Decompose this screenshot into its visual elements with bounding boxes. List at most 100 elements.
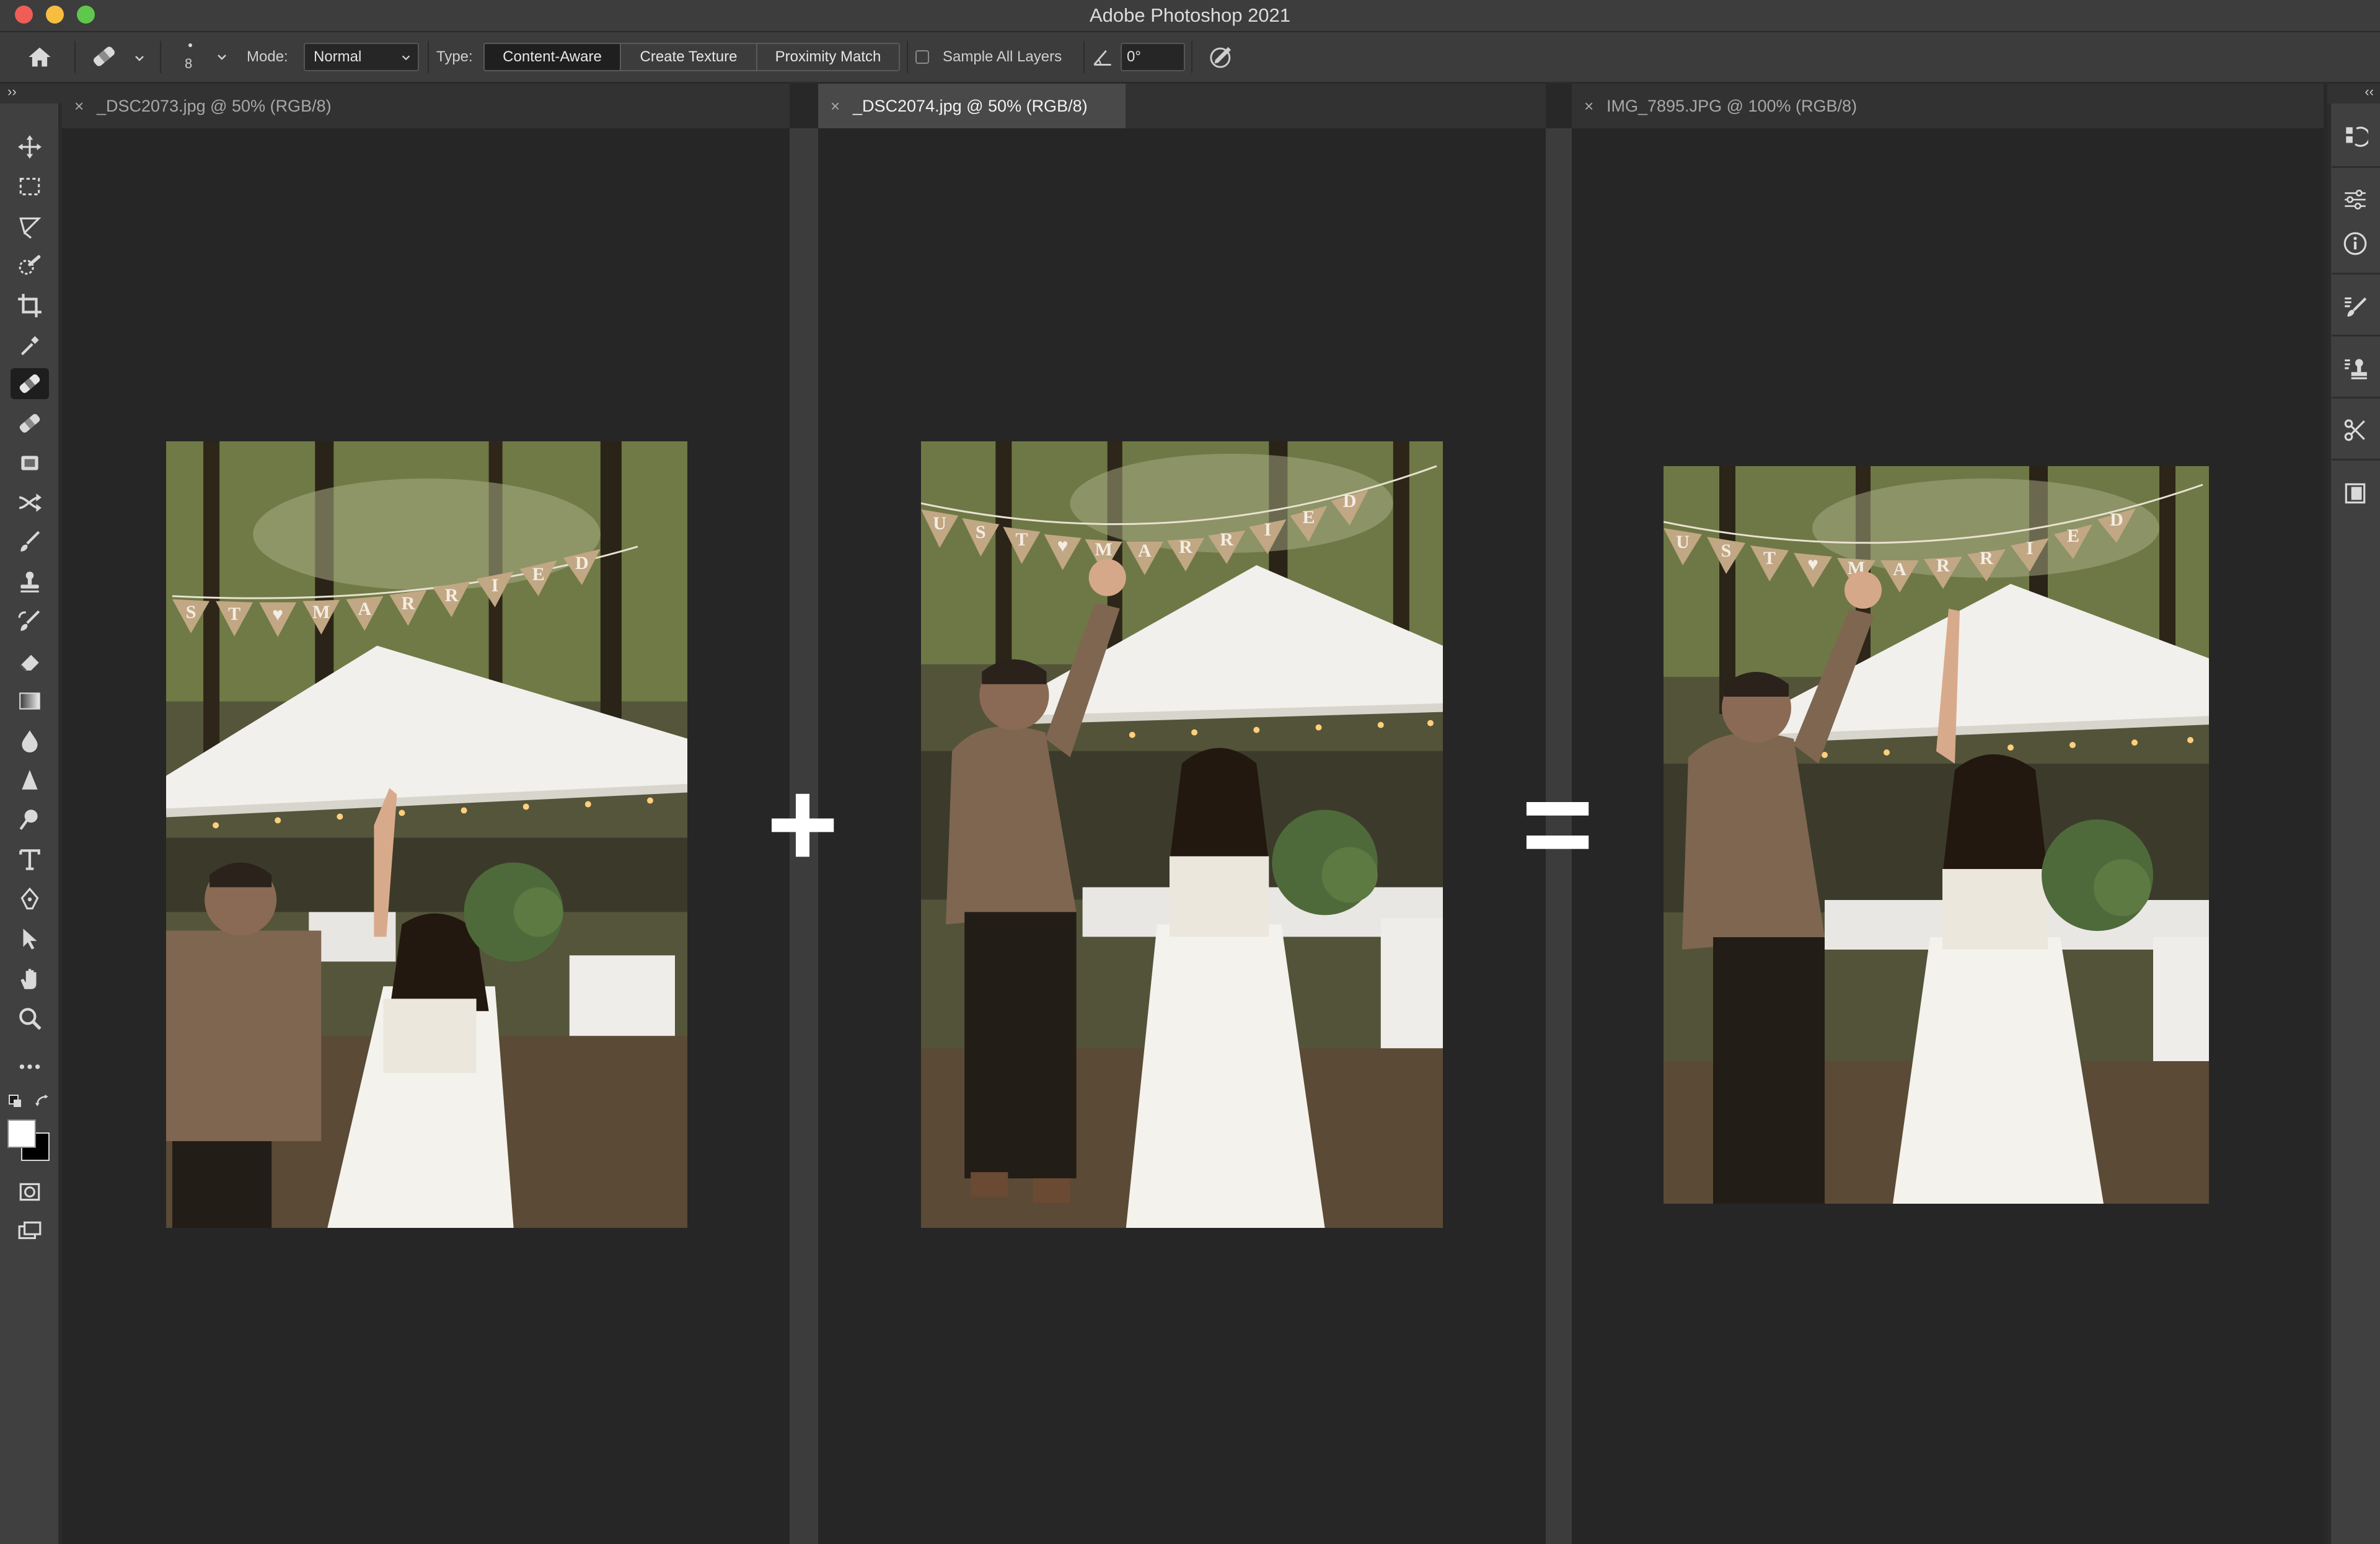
options-separator [1191,41,1192,73]
banner-letter: T [228,604,240,624]
history-panel-button[interactable] [2338,119,2373,154]
banner-letter: E [1302,507,1315,527]
type-tool[interactable] [11,844,49,875]
clone-source-panel-icon [2345,359,2367,379]
swap-colors-icon[interactable] [34,1093,50,1109]
lasso-tool-icon [19,217,42,239]
clone-stamp-tool-icon [20,571,39,593]
brush-settings-panel-icon [2345,297,2367,317]
banner-letter: ♥ [1057,536,1069,556]
tab-close-icon[interactable]: × [831,84,853,128]
eyedropper-tool[interactable] [11,330,49,361]
pressure-size-icon[interactable] [1207,43,1235,71]
banner-letter: M [312,602,330,622]
tab-dsc2074[interactable]: × _DSC2074.jpg @ 50% (RGB/8) [818,84,1126,128]
quick-mask-button[interactable] [11,1176,49,1207]
zoom-tool-icon [19,1008,42,1030]
lasso-tool[interactable] [11,211,49,242]
content-aware-move-tool[interactable] [11,487,49,518]
banner-letter: D [575,553,589,573]
type-create-texture-button[interactable]: Create Texture [620,43,757,71]
crop-tool[interactable] [11,290,49,321]
type-content-aware-button[interactable]: Content-Aware [483,43,621,71]
banner-letter: I [491,575,499,596]
home-button[interactable] [25,43,60,71]
panel-separator [2332,397,2380,399]
eraser-tool[interactable] [11,646,49,677]
banner-letter: A [1893,559,1906,580]
quick-selection-tool-icon [19,255,41,275]
move-tool[interactable] [11,131,49,162]
banner-letter: R [445,585,459,606]
blur-tool[interactable] [11,725,49,756]
history-brush-tool[interactable] [11,606,49,637]
default-colors-button[interactable] [9,1095,24,1109]
tab-close-icon[interactable]: × [74,84,97,128]
banner-letter: ♥ [1807,554,1818,575]
angle-icon [1093,50,1111,66]
clone-stamp-tool[interactable] [11,567,49,598]
banner-letter: T [1763,548,1776,568]
tab-dsc2073[interactable]: × _DSC2073.jpg @ 50% (RGB/8) [62,84,378,128]
eraser-tool-icon [20,655,39,671]
pen-tool-icon [20,887,39,910]
toolbar-collapse-bar[interactable]: ›› [0,84,62,104]
sharpen-tool[interactable] [11,765,49,796]
angle-input[interactable]: 0° [1121,43,1185,71]
foreground-color-swatch[interactable] [7,1119,36,1148]
path-selection-tool-icon [23,929,37,950]
options-separator [428,41,429,73]
gradient-tool-icon [19,692,40,710]
chevron-down-icon [402,55,410,61]
tab-label: IMG_7895.JPG @ 100% (RGB/8) [1606,97,1858,115]
spot-healing-brush-tool[interactable] [11,368,49,399]
more-tools[interactable] [11,1051,49,1082]
banner-letter: D [1343,491,1357,511]
path-selection-tool[interactable] [11,924,49,955]
brush-size-picker[interactable]: 8 [175,38,234,76]
dodge-tool[interactable] [11,805,49,836]
adjustments-panel-button[interactable] [2338,182,2373,217]
patch-tool[interactable] [11,448,49,479]
mode-select[interactable]: Normal [304,43,419,71]
quick-selection-tool[interactable] [11,250,49,281]
brush-settings-panel-button[interactable] [2338,289,2373,324]
type-proximity-match-button[interactable]: Proximity Match [756,43,900,71]
tool-preset-picker[interactable] [90,41,152,73]
banner-letter: U [1676,532,1690,552]
options-bar: 8 Mode: Normal Type: Content-Aware Creat… [0,32,2380,84]
info-panel-icon [2343,232,2367,255]
content-aware-move-tool-icon [19,493,42,512]
options-separator [74,41,76,73]
photo-dsc2073: S T ♥ M A R R I E D [166,441,687,1228]
spot-healing-brush-tool-icon [19,374,40,393]
screen-mode-icon [18,1221,42,1240]
banner-letter: I [2026,538,2034,558]
banner-letter: T [1015,529,1028,550]
options-separator [907,41,908,73]
tab-img7895[interactable]: × IMG_7895.JPG @ 100% (RGB/8) [1572,84,1906,128]
screen-mode-button[interactable] [11,1216,49,1247]
brush-tool[interactable] [11,527,49,558]
clone-source-panel-button[interactable] [2338,351,2373,386]
info-panel-button[interactable] [2338,226,2373,261]
sample-all-layers-checkbox[interactable] [915,50,929,64]
double-chevron-icon: ›› [7,84,17,99]
marquee-tool[interactable] [11,171,49,202]
plus-operator: + [766,755,839,893]
quick-mask-icon [19,1183,40,1201]
banner-letter: S [186,602,196,622]
tool-presets-panel-button[interactable] [2338,413,2373,448]
tab-close-icon[interactable]: × [1584,84,1606,128]
banner-letter: S [1721,540,1732,561]
panel-collapse-bar[interactable]: ‹‹ [2327,84,2380,104]
banner-letter: ♥ [272,604,283,625]
properties-panel-button[interactable] [2338,476,2373,511]
hand-tool[interactable] [11,963,49,994]
zoom-tool[interactable] [11,1003,49,1034]
banner-letter: S [976,522,986,542]
healing-brush-tool[interactable] [11,408,49,439]
pen-tool[interactable] [11,884,49,915]
move-tool-icon [18,135,42,159]
gradient-tool[interactable] [11,686,49,717]
